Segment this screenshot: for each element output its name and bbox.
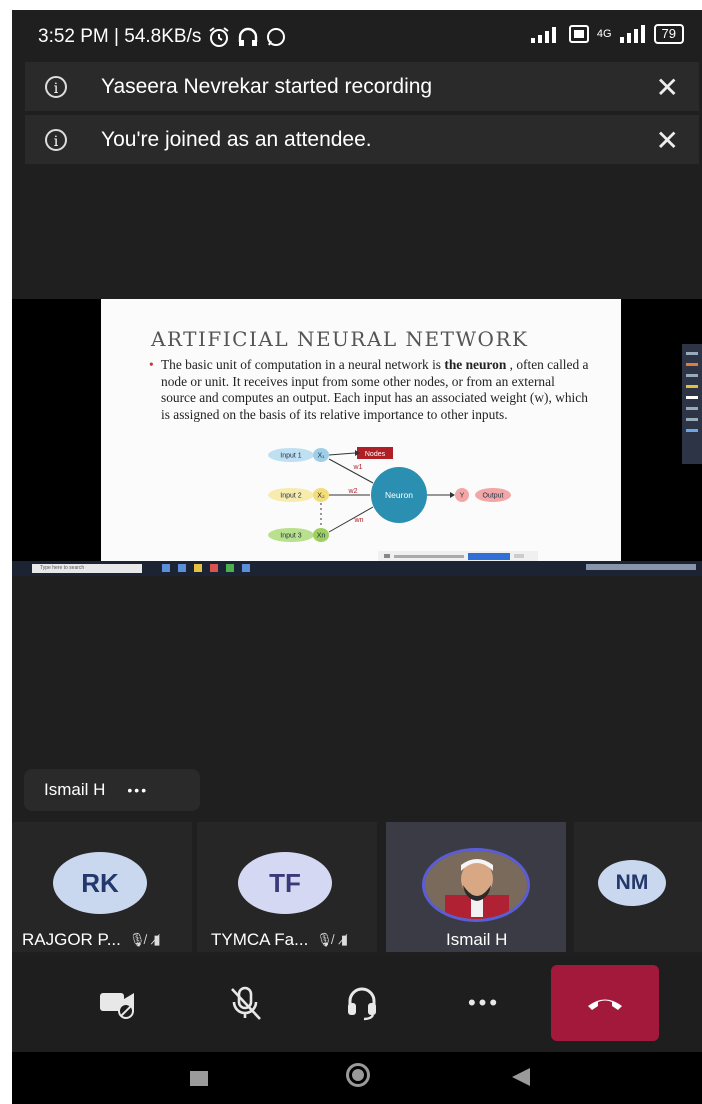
avatar: NM [598,860,666,906]
mic-off-icon: 🎙︎̸ [316,932,333,947]
nodes-label: Nodes [365,451,386,458]
avatar: RK [53,852,147,914]
presentation-slide: ARTIFICIAL NEURAL NETWORK • The basic un… [101,299,621,561]
wn-label: wn [354,517,364,524]
avatar-photo [422,848,530,922]
sharing-bar [378,551,538,561]
w2-label: w2 [348,488,358,495]
headset-status-icon [239,27,258,46]
avatar: TF [238,852,332,914]
active-speaker-label[interactable]: Ismail H ••• [24,769,200,811]
banner-text: You're joined as an attendee. [101,127,372,151]
neuron-label: Neuron [385,490,413,500]
attendee-banner: i You're joined as an attendee. ✕ [25,115,699,164]
participant-tile-active[interactable]: Ismail H [386,822,566,952]
close-icon[interactable]: ✕ [656,71,679,104]
participant-name: TYMCA Fa... [211,930,309,949]
output-label: Output [482,493,503,500]
battery-indicator: 79 [653,24,684,44]
call-controls: ••• [12,955,702,1052]
y-label: Y [460,493,465,500]
shared-screen: ARTIFICIAL NEURAL NETWORK • The basic un… [12,299,702,576]
participant-strip: RK RAJGOR P... 🎙︎̸ ▮̸ TF TYMCA Fa... 🎙︎̸… [12,822,702,955]
camera-off-icon: ▮̸ [153,932,161,947]
taskbar-search: Type here to search [32,564,142,573]
banner-text: Yaseera Nevrekar started recording [101,74,433,98]
back-icon[interactable] [510,1066,532,1088]
input3-label: Input 3 [280,533,302,540]
recording-banner: i Yaseera Nevrekar started recording ✕ [25,62,699,111]
taskbar-icons [162,564,250,572]
more-options-button[interactable]: ••• [456,975,512,1031]
xn-label: Xn [317,533,326,540]
network-type: 4G [596,28,612,40]
home-button-dot [352,1069,364,1081]
participant-tile[interactable]: RK RAJGOR P... 🎙︎̸ ▮̸ [12,822,192,952]
annotation-toolbar [682,344,702,464]
participant-tile[interactable]: NM [574,822,702,952]
participant-tile[interactable]: TF TYMCA Fa... 🎙︎̸ ▮̸ [197,822,377,952]
whatsapp-icon [267,28,286,46]
windows-taskbar: Type here to search [12,561,702,576]
status-time: 3:52 PM | 54.8KB/s [38,26,202,47]
audio-device-button[interactable] [334,975,390,1031]
input1-label: Input 1 [280,453,302,460]
mic-off-icon [231,986,261,1020]
phone-hangup-icon [588,999,622,1010]
mic-toggle-button[interactable] [217,975,273,1031]
stop-sharing-button[interactable] [468,552,510,560]
input2-label: Input 2 [280,493,302,500]
android-nav-bar [12,1052,702,1104]
taskbar-tray [586,564,696,572]
status-bar: 3:52 PM | 54.8KB/s 4G 79 [12,10,702,60]
signal-icon [530,27,556,43]
info-icon: i [45,128,67,151]
camera-off-icon [100,993,134,1019]
speaker-more-icon[interactable]: ••• [127,782,148,798]
close-icon[interactable]: ✕ [656,124,679,157]
participant-name: RAJGOR P... [22,930,121,949]
recents-button[interactable] [190,1071,208,1086]
mic-off-icon: 🎙︎̸ [128,932,146,947]
signal-icon-2 [619,25,645,43]
speaker-name: Ismail H [44,780,106,799]
x2-label: X₂ [317,493,325,500]
alarm-icon [209,27,229,47]
hang-up-button[interactable] [551,965,659,1041]
camera-toggle-button[interactable] [90,975,146,1031]
volte-icon [568,25,589,43]
phone-screen: 3:52 PM | 54.8KB/s 4G 79 i Yaseera Nevre… [12,10,702,1104]
neuron-diagram: Input 1 X₁ Nodes Input 2 X₂ Input 3 Xn N… [268,447,511,542]
info-icon: i [45,75,67,98]
x1-label: X₁ [317,453,325,460]
w1-label: w1 [353,464,363,471]
camera-off-icon: ▮̸ [340,932,348,947]
headset-icon [348,987,376,1021]
participant-name: Ismail H [446,930,508,949]
